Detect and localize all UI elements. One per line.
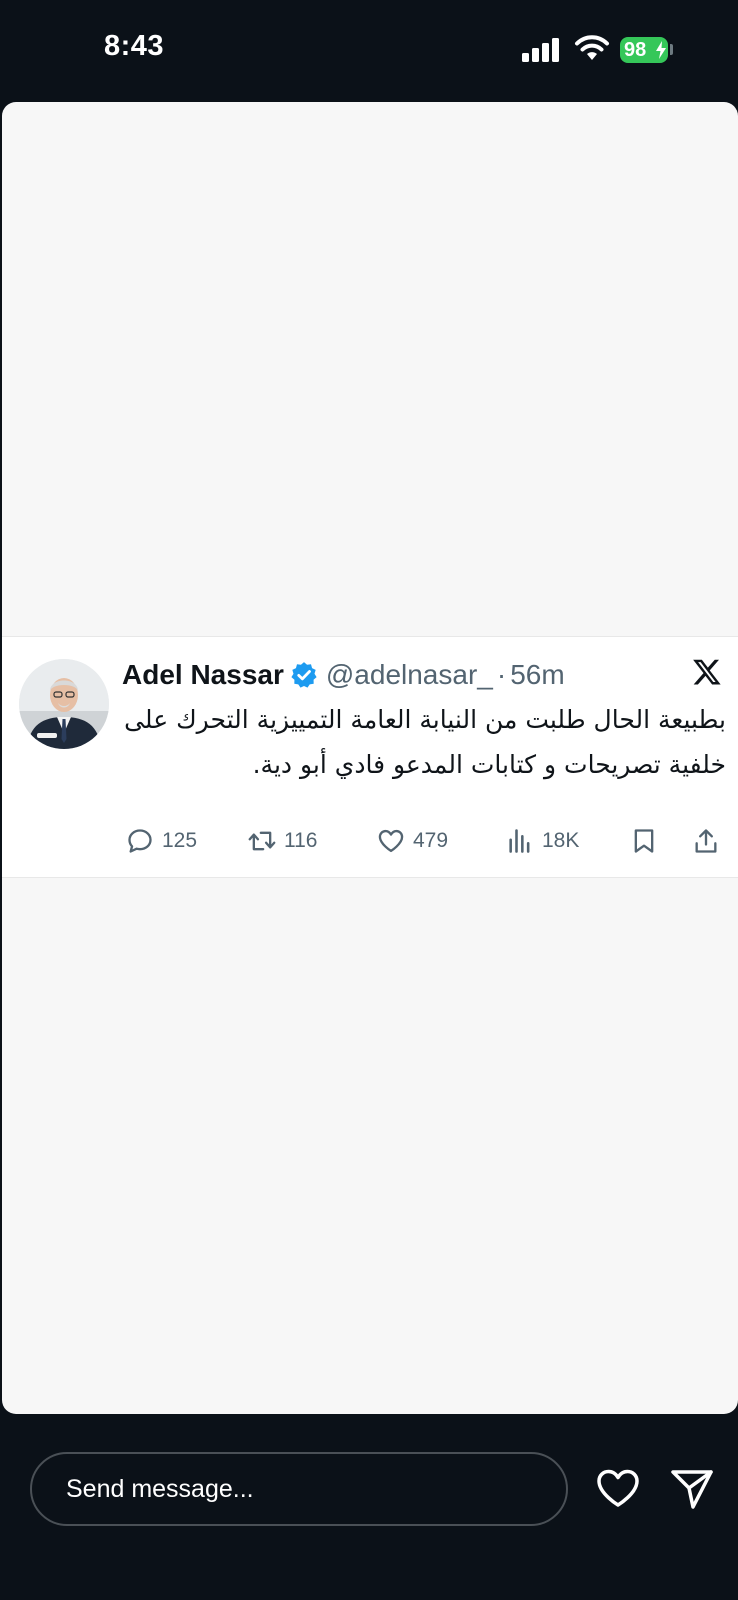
battery-indicator: 98 xyxy=(620,37,668,63)
tweet-timestamp: 56m xyxy=(510,659,565,690)
instagram-story-screen: 8:43 98 Adel Nassar @adelnasar_ · 56m بط… xyxy=(0,0,738,1600)
heart-icon[interactable] xyxy=(596,1468,640,1508)
send-message-input[interactable]: Send message... xyxy=(30,1452,568,1526)
bookmark-button[interactable] xyxy=(630,823,658,859)
x-logo-icon xyxy=(693,659,721,685)
like-icon xyxy=(378,829,404,853)
reply-icon xyxy=(128,829,152,853)
tweet-actions: 125 116 479 18K xyxy=(122,823,732,859)
avatar-photo xyxy=(19,659,109,749)
reply-button[interactable]: 125 xyxy=(126,823,197,859)
wifi-icon xyxy=(575,35,609,60)
tweet-text: بطبيعة الحال طلبت من النيابة العامة التم… xyxy=(124,705,726,779)
views-count: 18K xyxy=(542,829,580,852)
like-button[interactable]: 479 xyxy=(377,823,448,859)
tweet-embed[interactable]: Adel Nassar @adelnasar_ · 56m بطبيعة الح… xyxy=(2,636,738,878)
avatar[interactable] xyxy=(19,659,109,749)
message-placeholder: Send message... xyxy=(66,1474,254,1503)
separator-dot: · xyxy=(496,659,507,690)
reply-count: 125 xyxy=(162,829,198,852)
send-icon[interactable] xyxy=(670,1468,714,1510)
views-button[interactable]: 18K xyxy=(506,823,579,859)
retweet-icon xyxy=(248,831,276,851)
share-button[interactable] xyxy=(692,823,720,859)
author-name[interactable]: Adel Nassar xyxy=(122,659,284,691)
verified-badge-icon xyxy=(291,662,317,688)
retweet-button[interactable]: 116 xyxy=(248,823,317,859)
status-bar: 8:43 98 xyxy=(0,0,738,100)
author-handle[interactable]: @adelnasar_ xyxy=(326,659,493,691)
views-icon xyxy=(509,829,530,853)
retweet-count: 116 xyxy=(284,829,318,852)
charging-bolt-icon xyxy=(656,41,666,59)
tweet-header: Adel Nassar @adelnasar_ · 56m xyxy=(122,655,565,695)
signal-icon xyxy=(522,38,559,62)
bookmark-icon xyxy=(634,829,654,853)
like-count: 479 xyxy=(413,829,449,852)
battery-cap xyxy=(670,44,673,55)
story-card[interactable]: Adel Nassar @adelnasar_ · 56m بطبيعة الح… xyxy=(2,102,738,1414)
status-time: 8:43 xyxy=(104,30,165,62)
battery-level: 98 xyxy=(624,38,647,61)
share-icon xyxy=(695,829,717,853)
